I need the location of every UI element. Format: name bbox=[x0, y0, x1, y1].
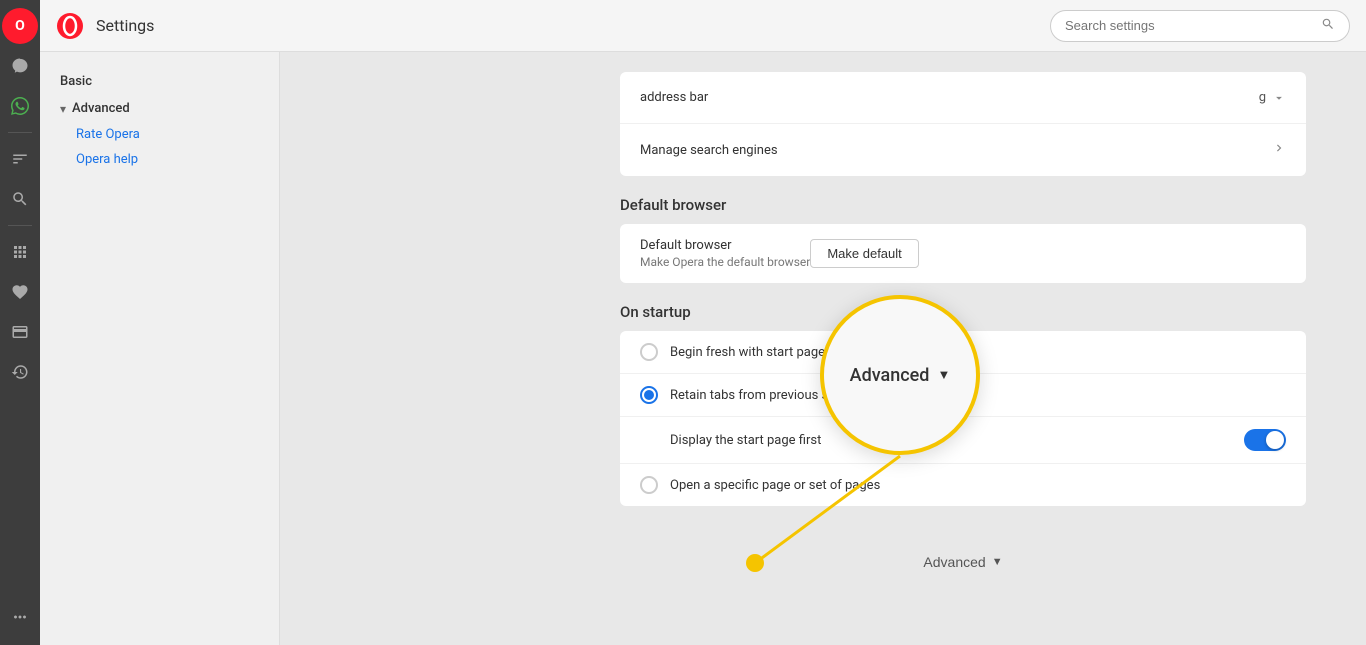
option-display-row: Display the start page first bbox=[620, 417, 1306, 464]
more-icon[interactable] bbox=[2, 599, 38, 635]
option-retain-radio[interactable] bbox=[640, 386, 658, 404]
option-specific-radio[interactable] bbox=[640, 476, 658, 494]
address-bar-row: address bar g bbox=[620, 72, 1306, 124]
bookmarks-icon[interactable] bbox=[2, 274, 38, 310]
display-start-page-toggle[interactable] bbox=[1244, 429, 1286, 451]
option-retain-row[interactable]: Retain tabs from previous session bbox=[620, 374, 1306, 417]
default-browser-row: Default browser Make Opera the default b… bbox=[620, 224, 1306, 283]
manage-search-row[interactable]: Manage search engines bbox=[620, 124, 1306, 176]
messenger-icon[interactable] bbox=[2, 48, 38, 84]
default-browser-sublabel: Make Opera the default browser bbox=[640, 255, 810, 269]
address-bar-label: address bar bbox=[640, 90, 1259, 105]
manage-search-arrow bbox=[1272, 141, 1286, 159]
on-startup-title: On startup bbox=[620, 303, 1306, 321]
bottom-bar: Advanced ▼ bbox=[620, 526, 1306, 588]
on-startup-section: On startup Begin fresh with start page R… bbox=[620, 303, 1306, 506]
sidebar-advanced[interactable]: ▾ Advanced bbox=[40, 95, 279, 122]
sidebar-basic[interactable]: Basic bbox=[40, 68, 279, 95]
opera-logo-icon[interactable]: O bbox=[2, 8, 38, 44]
make-default-button[interactable]: Make default bbox=[810, 239, 918, 268]
sidebar-link-opera-help[interactable]: Opera help bbox=[40, 147, 279, 172]
page-title: Settings bbox=[96, 16, 1050, 35]
icon-bar: O bbox=[0, 0, 40, 645]
manage-search-label: Manage search engines bbox=[640, 143, 1272, 158]
history-icon[interactable] bbox=[2, 354, 38, 390]
option-fresh-row[interactable]: Begin fresh with start page bbox=[620, 331, 1306, 374]
header: Settings bbox=[40, 0, 1366, 52]
option-fresh-radio[interactable] bbox=[640, 343, 658, 361]
option-retain-label: Retain tabs from previous session bbox=[670, 388, 1286, 403]
option-display-label: Display the start page first bbox=[670, 433, 1232, 448]
feed-icon[interactable] bbox=[2, 141, 38, 177]
default-browser-card: Default browser Make Opera the default b… bbox=[620, 224, 1306, 283]
more-icon-container bbox=[2, 599, 38, 635]
default-browser-section: Default browser Default browser Make Ope… bbox=[620, 196, 1306, 283]
search-icon bbox=[1321, 17, 1335, 35]
search-icon[interactable] bbox=[2, 181, 38, 217]
extensions-icon[interactable] bbox=[2, 234, 38, 270]
default-browser-info: Default browser Make Opera the default b… bbox=[640, 238, 810, 269]
search-input[interactable] bbox=[1065, 18, 1321, 33]
sidebar: Basic ▾ Advanced Rate Opera Opera help bbox=[40, 52, 280, 645]
main-content: address bar g Manage search engines Defa… bbox=[560, 52, 1366, 645]
whatsapp-icon[interactable] bbox=[2, 88, 38, 124]
divider-1 bbox=[8, 132, 32, 133]
opera-header-logo bbox=[56, 12, 84, 40]
on-startup-card: Begin fresh with start page Retain tabs … bbox=[620, 331, 1306, 506]
divider-2 bbox=[8, 225, 32, 226]
wallet-icon[interactable] bbox=[2, 314, 38, 350]
sidebar-link-rate-opera[interactable]: Rate Opera bbox=[40, 122, 279, 147]
option-fresh-label: Begin fresh with start page bbox=[670, 345, 1286, 360]
default-browser-title: Default browser bbox=[620, 196, 1306, 214]
address-bar-value: g bbox=[1259, 90, 1286, 105]
search-box[interactable] bbox=[1050, 10, 1350, 42]
option-specific-label: Open a specific page or set of pages bbox=[670, 478, 1286, 493]
default-browser-label: Default browser bbox=[640, 238, 810, 253]
address-bar-card: address bar g Manage search engines bbox=[620, 72, 1306, 176]
option-specific-row[interactable]: Open a specific page or set of pages bbox=[620, 464, 1306, 506]
advanced-bottom-button[interactable]: Advanced ▼ bbox=[907, 546, 1018, 578]
